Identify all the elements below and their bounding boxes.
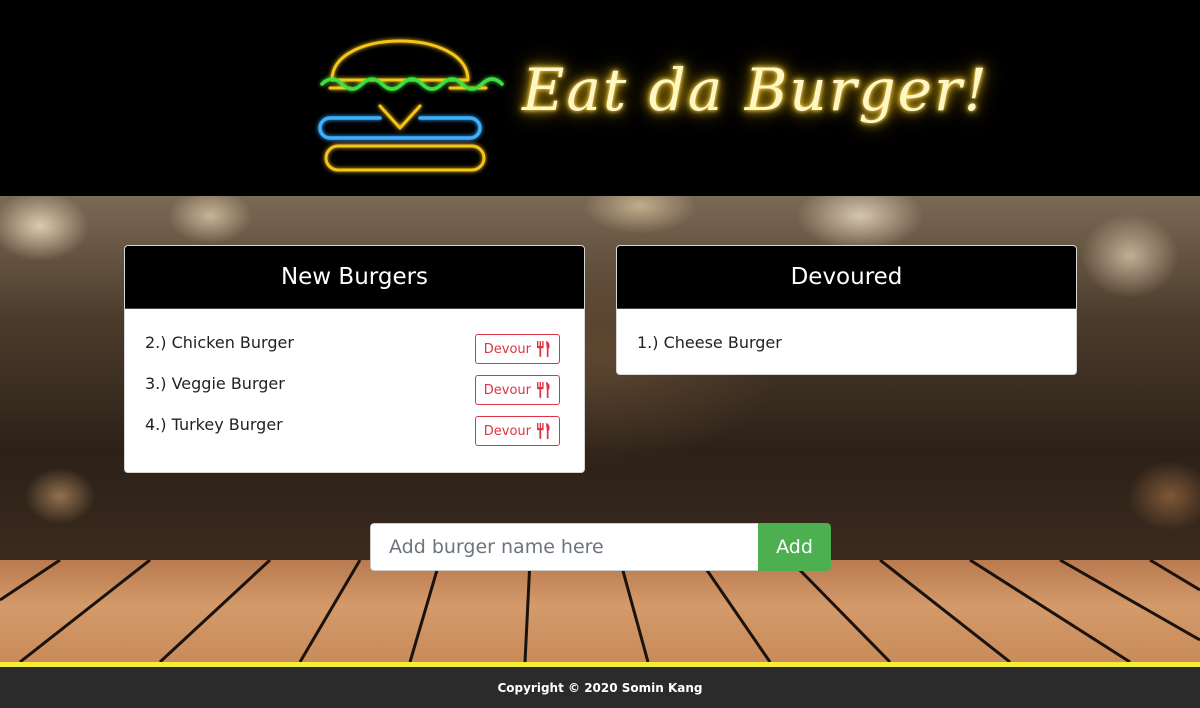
add-burger-form: Add <box>370 523 831 571</box>
devoured-list: 1.) Cheese Burger <box>617 309 1076 370</box>
devour-label: Devour <box>483 382 531 398</box>
new-burgers-list: 2.) Chicken Burger Devour 3.) Veggie Bur… <box>125 309 584 452</box>
add-button[interactable]: Add <box>758 523 831 571</box>
burger-item: 1.) Cheese Burger <box>637 329 1056 370</box>
burger-name: 3.) Veggie Burger <box>145 374 285 393</box>
devour-button[interactable]: Devour <box>474 416 560 446</box>
devoured-card: Devoured 1.) Cheese Burger <box>616 245 1077 375</box>
burger-name: 2.) Chicken Burger <box>145 333 294 352</box>
new-burgers-title: New Burgers <box>125 246 584 309</box>
utensils-icon <box>537 382 550 398</box>
wood-table-backdrop <box>0 560 1200 662</box>
burger-item: 3.) Veggie Burger Devour <box>145 370 564 411</box>
brand-title: Eat da Burger! <box>522 56 989 124</box>
burger-name: 4.) Turkey Burger <box>145 415 283 434</box>
devour-button[interactable]: Devour <box>474 334 560 364</box>
devour-label: Devour <box>483 423 531 439</box>
site-footer: Copyright © 2020 Somin Kang <box>0 667 1200 708</box>
devoured-title: Devoured <box>617 246 1076 309</box>
utensils-icon <box>537 423 550 439</box>
devour-label: Devour <box>483 341 531 357</box>
devour-button[interactable]: Devour <box>474 375 560 405</box>
burger-name: 1.) Cheese Burger <box>637 333 782 352</box>
burger-item: 4.) Turkey Burger Devour <box>145 411 564 452</box>
neon-burger-icon <box>318 39 504 172</box>
new-burgers-card: New Burgers 2.) Chicken Burger Devour 3.… <box>124 245 585 473</box>
site-header: Eat da Burger! <box>0 0 1200 196</box>
copyright-text: Copyright © 2020 Somin Kang <box>497 680 703 695</box>
burger-item: 2.) Chicken Burger Devour <box>145 329 564 370</box>
burger-name-input[interactable] <box>370 523 758 571</box>
utensils-icon <box>537 341 550 357</box>
